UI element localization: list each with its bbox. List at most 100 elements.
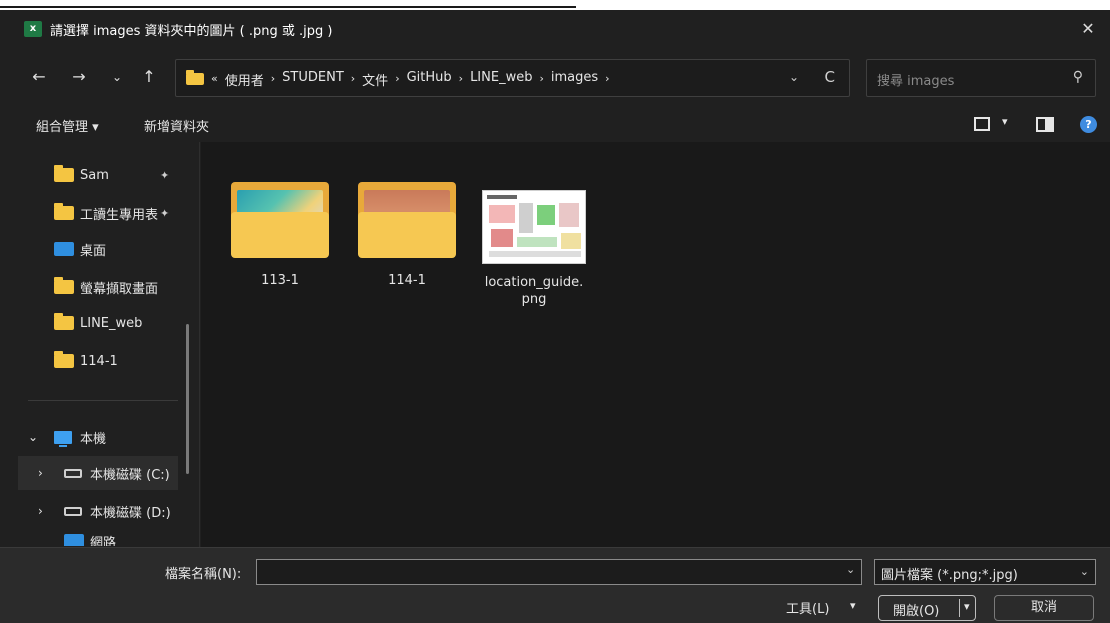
recent-locations-button[interactable]: ⌄ [104,64,130,90]
folder-icon [186,70,204,85]
sidebar-item-label: 本機磁碟 (C:) [90,467,170,483]
drive-icon [64,468,82,478]
split-divider [959,599,960,617]
sidebar-scrollbar[interactable] [186,324,189,474]
breadcrumb-item[interactable]: images [547,70,602,89]
divider [28,400,178,401]
filetype-select[interactable]: 圖片檔案 (*.png;*.jpg) ⌄ [874,559,1096,585]
background-rule [0,6,576,8]
sidebar-item-label: 114-1 [80,353,118,369]
chevron-down-icon[interactable]: ⌄ [789,70,799,84]
sidebar-item-114-1[interactable]: 114-1 [18,344,178,378]
search-input[interactable]: 搜尋 images [877,70,954,89]
chevron-right-icon[interactable]: › [38,504,43,518]
chevron-down-icon[interactable]: ⌄ [846,563,855,576]
navigation-bar: ← → ⌄ ↑ « 使用者 › STUDENT › 文件 › GitHub › … [0,48,1110,106]
chevron-right-icon[interactable]: › [268,70,278,89]
caret-down-icon[interactable]: ▾ [850,599,856,612]
filename-input[interactable] [256,559,862,585]
breadcrumb-item[interactable]: LINE_web [466,70,536,89]
sidebar-item-this-pc[interactable]: ⌄ 本機 [18,420,178,454]
up-button[interactable]: ↑ [136,64,162,90]
breadcrumb-item[interactable]: 文件 [358,70,392,89]
view-dropdown-icon[interactable]: ▾ [1002,115,1008,128]
file-open-dialog: x 請選擇 images 資料夾中的圖片 ( .png 或 .jpg ) ✕ ←… [0,10,1110,623]
computer-icon [54,430,72,447]
chevron-right-icon[interactable]: › [536,70,546,89]
sidebar-item-screenshots[interactable]: 螢幕擷取畫面 [18,270,178,304]
folder-icon [231,182,329,258]
sidebar-item-drive-d[interactable]: › 本機磁碟 (D:) [18,494,178,528]
background-page-strip [0,0,1110,10]
breadcrumb-item[interactable]: GitHub [403,70,456,89]
cancel-button[interactable]: 取消 [994,595,1094,621]
sidebar-item-sam[interactable]: Sam ✦ [18,158,178,192]
sidebar-item-label: Sam [80,167,109,183]
chevron-right-icon[interactable]: › [456,70,466,89]
back-button[interactable]: ← [26,64,52,90]
search-box[interactable]: 搜尋 images ⚲ [866,59,1096,97]
content-area: Sam ✦ 工讀生專用表 ✦ 桌面 螢幕擷取畫面 LINE_web 114-1 … [0,142,1110,547]
sidebar-item-network[interactable]: 網路 [18,532,178,546]
sidebar-item-worker-table[interactable]: 工讀生專用表 ✦ [18,196,178,230]
open-button[interactable]: 開啟(O) ▾ [878,595,976,621]
sidebar-item-drive-c[interactable]: › 本機磁碟 (C:) [18,456,178,490]
drive-icon [64,506,82,516]
file-item[interactable]: 113-1 [225,182,335,289]
folder-icon [54,203,74,220]
pin-icon[interactable]: ✦ [160,207,169,220]
breadcrumb-item[interactable]: STUDENT [278,70,348,89]
forward-button[interactable]: → [66,64,92,90]
window-title: 請選擇 images 資料夾中的圖片 ( .png 或 .jpg ) [50,24,333,39]
chevron-right-icon[interactable]: › [602,70,612,89]
close-button[interactable]: ✕ [1076,17,1100,41]
sidebar-item-desktop[interactable]: 桌面 [18,232,178,266]
chevron-down-icon[interactable]: ⌄ [1080,565,1089,578]
sidebar-item-label: 本機 [80,431,107,447]
tools-button[interactable]: 工具(L) [786,598,829,617]
folder-icon [54,165,74,182]
view-icon[interactable] [974,117,990,131]
command-bar: 組合管理 ▾ 新增資料夾 ▾ ? [0,106,1110,142]
chevron-right-icon[interactable]: › [38,466,43,480]
preview-pane-icon[interactable] [1036,117,1054,132]
sidebar-item-line-web[interactable]: LINE_web [18,306,178,340]
new-folder-button[interactable]: 新增資料夾 [144,116,209,135]
dialog-footer: 檔案名稱(N): ⌄ 圖片檔案 (*.png;*.jpg) ⌄ 工具(L) ▾ … [0,547,1110,623]
breadcrumb-overflow[interactable]: « [208,70,221,89]
folder-icon [54,277,74,294]
filetype-value: 圖片檔案 (*.png;*.jpg) [881,568,1018,583]
folder-icon [358,182,456,258]
folder-icon [54,351,74,368]
chevron-right-icon[interactable]: › [348,70,358,89]
address-bar[interactable]: « 使用者 › STUDENT › 文件 › GitHub › LINE_web… [175,59,850,97]
file-item[interactable]: 114-1 [352,182,462,289]
chevron-down-icon[interactable]: ⌄ [28,430,38,444]
sidebar-item-label: 工讀生專用表 [80,207,159,223]
navigation-pane: Sam ✦ 工讀生專用表 ✦ 桌面 螢幕擷取畫面 LINE_web 114-1 … [0,142,200,547]
sidebar-item-label: 螢幕擷取畫面 [80,281,159,297]
organize-button[interactable]: 組合管理 ▾ [36,116,99,135]
refresh-icon[interactable]: C [825,68,835,86]
excel-icon: x [24,21,42,37]
open-button-label: 開啟(O) [893,604,940,619]
sidebar-item-label: 桌面 [80,243,107,259]
sidebar-item-label: 網路 [90,536,117,546]
file-name: 114-1 [388,273,426,288]
file-name: 113-1 [261,273,299,288]
network-icon [64,534,84,546]
sidebar-item-label: LINE_web [80,315,143,331]
image-thumbnail [482,190,586,264]
file-list: 113-1 114-1 location_guide. png [201,142,1110,547]
open-dropdown-icon[interactable]: ▾ [964,600,970,613]
breadcrumb-item[interactable]: 使用者 [221,70,268,89]
desktop-icon [54,242,74,256]
chevron-right-icon[interactable]: › [392,70,402,89]
sidebar-item-label: 本機磁碟 (D:) [90,505,171,521]
file-item[interactable]: location_guide. png [479,182,589,308]
breadcrumb: « 使用者 › STUDENT › 文件 › GitHub › LINE_web… [208,70,613,89]
search-icon[interactable]: ⚲ [1073,69,1083,85]
title-bar: x 請選擇 images 資料夾中的圖片 ( .png 或 .jpg ) ✕ [0,10,1110,48]
help-icon[interactable]: ? [1080,116,1097,133]
pin-icon[interactable]: ✦ [160,169,169,182]
